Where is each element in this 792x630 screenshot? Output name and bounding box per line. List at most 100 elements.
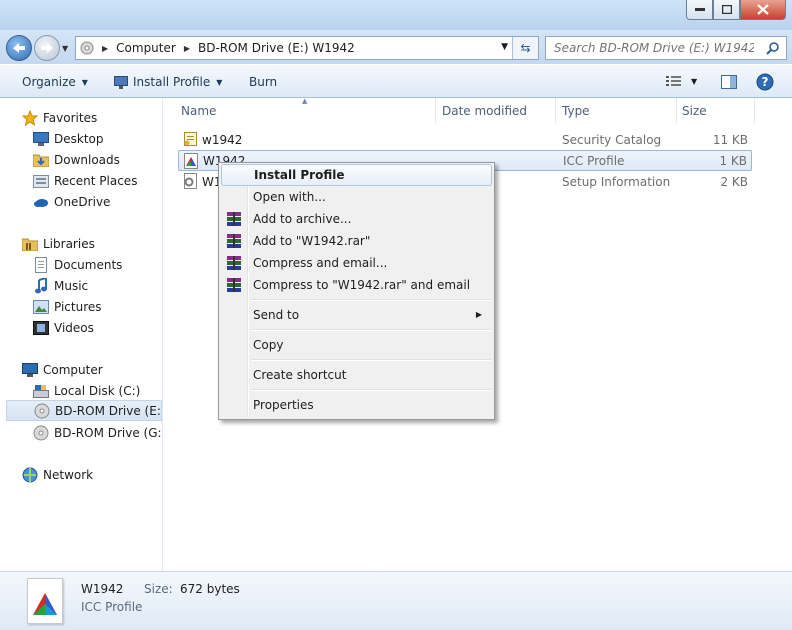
documents-icon <box>33 256 49 273</box>
search-input[interactable] <box>554 41 754 55</box>
menu-item-label: Add to archive... <box>253 212 352 226</box>
file-thumbnail <box>27 578 63 624</box>
file-type: Setup Information <box>562 174 671 189</box>
menu-item-copy[interactable]: Copy <box>221 334 492 356</box>
nav-computer-label: Computer <box>43 362 103 377</box>
nav-pictures[interactable]: Pictures <box>33 296 162 317</box>
column-header-name[interactable]: Name <box>181 104 216 120</box>
nav-recent-places-label: Recent Places <box>54 173 138 188</box>
maximize-button[interactable] <box>713 0 740 20</box>
winrar-icon <box>227 278 241 292</box>
details-file-type: ICC Profile <box>81 600 143 614</box>
column-header-date-modified[interactable]: Date modified <box>442 104 527 120</box>
nav-onedrive-label: OneDrive <box>54 194 111 209</box>
nav-videos[interactable]: Videos <box>33 317 162 338</box>
forward-button[interactable] <box>34 35 60 61</box>
film-icon <box>33 320 49 336</box>
command-bar: Organize ▼ Install Profile ▼ Burn ▼ ? <box>0 64 792 98</box>
file-size: 1 KB <box>719 153 747 168</box>
nav-documents-label: Documents <box>54 257 123 272</box>
menu-item-label: Properties <box>253 398 314 412</box>
install-profile-label: Install Profile <box>133 75 211 89</box>
preview-pane-button[interactable] <box>721 75 737 92</box>
column-divider[interactable] <box>435 98 436 124</box>
menu-item-properties[interactable]: Properties <box>221 394 492 416</box>
column-header-type[interactable]: Type <box>562 104 590 120</box>
search-box[interactable] <box>545 36 787 60</box>
breadcrumb-drive[interactable]: BD-ROM Drive (E:) W1942 <box>198 41 355 55</box>
breadcrumb-computer[interactable]: Computer <box>116 41 176 55</box>
nav-computer[interactable]: Computer <box>22 359 162 380</box>
menu-item-label: Open with... <box>253 190 326 204</box>
menu-item-send-to[interactable]: Send to ▶ <box>221 304 492 326</box>
change-view-button[interactable] <box>666 75 682 90</box>
column-divider[interactable] <box>555 98 556 124</box>
recent-pages-dropdown[interactable]: ▼ <box>62 44 68 53</box>
address-dropdown[interactable]: ▼ <box>501 42 508 52</box>
navigation-pane: Favorites Desktop Downloads Recent Place… <box>0 98 163 571</box>
context-menu: Install Profile Open with... Add to arch… <box>218 162 495 420</box>
arrow-left-icon <box>13 43 25 53</box>
menu-item-label: Add to "W1942.rar" <box>253 234 371 248</box>
minimize-button[interactable] <box>686 0 713 20</box>
nav-desktop[interactable]: Desktop <box>33 128 162 149</box>
address-bar[interactable]: ▶ Computer ▶ BD-ROM Drive (E:) W1942 ▼ ⇆ <box>75 36 539 60</box>
nav-music[interactable]: Music <box>33 275 162 296</box>
nav-network[interactable]: Network <box>22 464 162 485</box>
nav-music-label: Music <box>54 278 89 293</box>
view-options-dropdown[interactable]: ▼ <box>691 77 697 86</box>
menu-item-install-profile[interactable]: Install Profile <box>221 164 492 186</box>
details-size-label: Size: <box>144 582 173 596</box>
menu-item-add-to-archive[interactable]: Add to archive... <box>221 208 492 230</box>
menu-item-add-to-rar[interactable]: Add to "W1942.rar" <box>221 230 492 252</box>
nav-local-disk[interactable]: Local Disk (C:) <box>33 380 162 401</box>
winrar-icon <box>227 256 241 270</box>
column-divider[interactable] <box>676 98 677 124</box>
file-size: 2 KB <box>720 174 748 189</box>
column-divider[interactable] <box>754 98 755 124</box>
chevron-down-icon: ▼ <box>81 77 88 87</box>
network-icon <box>22 467 38 483</box>
svg-text:?: ? <box>762 75 769 89</box>
libraries-icon <box>22 236 38 252</box>
close-button[interactable] <box>740 0 786 20</box>
back-button[interactable] <box>6 35 32 61</box>
drive-icon <box>80 41 94 55</box>
burn-button[interactable]: Burn <box>249 75 277 89</box>
menu-item-compress-to-rar-email[interactable]: Compress to "W1942.rar" and email <box>221 274 492 296</box>
nav-documents[interactable]: Documents <box>33 254 162 275</box>
nav-favorites[interactable]: Favorites <box>22 107 162 128</box>
organize-button[interactable]: Organize ▼ <box>22 75 88 89</box>
install-profile-button[interactable]: Install Profile ▼ <box>114 75 222 89</box>
burn-label: Burn <box>249 75 278 89</box>
file-size: 11 KB <box>712 132 748 147</box>
nav-onedrive[interactable]: OneDrive <box>33 191 162 212</box>
downloads-folder-icon <box>33 152 49 168</box>
search-icon[interactable] <box>766 41 780 55</box>
security-catalog-icon <box>184 132 197 146</box>
organize-label: Organize <box>22 75 76 89</box>
menu-separator <box>251 299 491 301</box>
nav-local-disk-label: Local Disk (C:) <box>54 383 141 398</box>
computer-icon <box>22 362 38 378</box>
menu-item-open-with[interactable]: Open with... <box>221 186 492 208</box>
nav-bd-rom-e[interactable]: BD-ROM Drive (E:) W <box>6 400 162 421</box>
nav-libraries[interactable]: Libraries <box>22 233 162 254</box>
chevron-down-icon: ▼ <box>216 77 223 87</box>
column-header-size[interactable]: Size <box>682 104 707 120</box>
nav-recent-places[interactable]: Recent Places <box>33 170 162 191</box>
menu-item-compress-email[interactable]: Compress and email... <box>221 252 492 274</box>
help-button[interactable]: ? <box>756 73 774 94</box>
nav-downloads[interactable]: Downloads <box>33 149 162 170</box>
menu-item-label: Compress and email... <box>253 256 388 270</box>
refresh-button[interactable]: ⇆ <box>512 37 538 59</box>
setup-info-icon <box>184 173 197 189</box>
help-icon: ? <box>756 73 774 91</box>
menu-item-label: Send to <box>253 308 300 322</box>
menu-item-label: Compress to "W1942.rar" and email <box>253 278 471 292</box>
winrar-icon <box>227 212 241 226</box>
nav-bd-rom-g[interactable]: BD-ROM Drive (G:) <box>33 422 162 443</box>
file-row[interactable]: w1942 Security Catalog 11 KB <box>178 129 752 150</box>
menu-item-create-shortcut[interactable]: Create shortcut <box>221 364 492 386</box>
view-details-icon <box>666 76 681 86</box>
